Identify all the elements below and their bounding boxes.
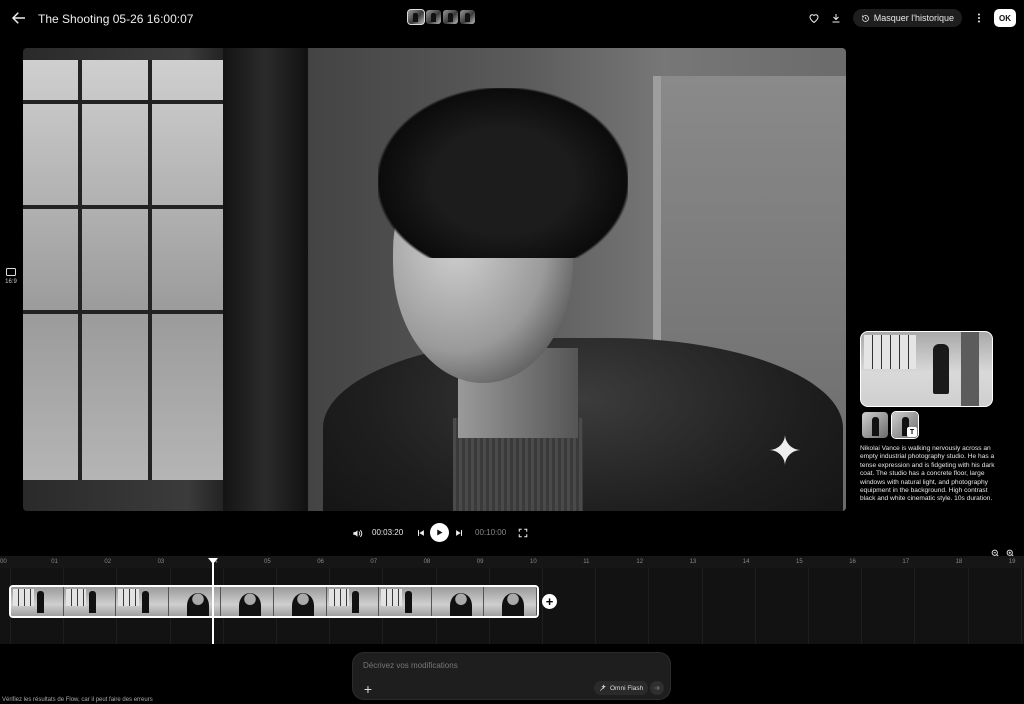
clip-frame <box>63 587 117 616</box>
play-icon <box>437 529 443 536</box>
timeline-tick-label: 02 <box>104 559 112 565</box>
timeline-grid-line <box>648 568 650 644</box>
total-time: 00:10:00 <box>475 528 507 537</box>
person-coat <box>323 338 843 511</box>
fullscreen-icon[interactable] <box>516 526 530 540</box>
window-mullion <box>148 60 152 480</box>
add-attachment-icon[interactable]: + <box>361 682 375 696</box>
timeline-tick-label: 01 <box>51 559 58 565</box>
timeline-grid-line <box>861 568 863 644</box>
timeline-grid-line <box>754 568 756 644</box>
clip-frame <box>116 587 169 616</box>
timeline-ruler: 00 01 02 03 04 05 06 07 08 09 10 11 12 13 14 15 16 17 18 19 <box>0 556 1024 568</box>
timeline-tick-label: 05 <box>264 559 271 565</box>
header-actions: Masquer l'historique OK <box>803 8 1016 28</box>
sparkle-watermark-icon <box>768 433 802 467</box>
window-transom <box>23 205 223 209</box>
reference-pillar <box>961 332 979 406</box>
hide-history-label: Masquer l'historique <box>873 13 954 23</box>
timeline-tick-label: 10 <box>530 559 537 565</box>
timeline-tick-label: 16 <box>849 559 856 565</box>
version-thumbnails <box>407 9 475 25</box>
clip-frame <box>379 587 432 616</box>
version-thumbnail[interactable] <box>426 10 441 24</box>
timeline-tick-label: 03 <box>157 559 165 565</box>
playback-controls: 00:03:20 00:10:00 <box>0 522 870 542</box>
reference-person <box>933 344 949 394</box>
window-transom <box>23 100 223 104</box>
page-title: The Shooting 05-26 16:00:07 <box>38 12 194 26</box>
magic-wand-icon <box>600 684 607 691</box>
reference-ingredients: T <box>862 411 919 439</box>
timeline-tick-label: 08 <box>423 559 431 565</box>
window-background <box>23 60 223 480</box>
model-selector[interactable]: Omni Flash <box>594 681 649 695</box>
timeline-tick-label: 19 <box>1008 559 1016 565</box>
timeline-tick-label: 07 <box>370 559 378 565</box>
aspect-ratio-icon <box>6 268 16 276</box>
timeline-tick-label: 15 <box>796 559 803 565</box>
aspect-ratio-button[interactable]: 16:9 <box>3 268 19 285</box>
person-hair <box>378 88 628 258</box>
top-bar: The Shooting 05-26 16:00:07 Masquer l'hi… <box>0 0 1024 36</box>
timeline-grid-line <box>914 568 916 644</box>
curtain <box>223 48 308 511</box>
volume-icon[interactable] <box>350 526 364 540</box>
aspect-ratio-label: 16:9 <box>5 279 17 285</box>
version-thumbnail[interactable] <box>407 9 425 25</box>
current-time: 00:03:20 <box>372 528 404 537</box>
clip-frame <box>221 587 274 616</box>
video-clip[interactable] <box>9 585 539 618</box>
skip-forward-icon[interactable] <box>452 526 466 540</box>
timeline-tick-label: 13 <box>689 559 697 565</box>
timeline-grid-line <box>808 568 809 644</box>
edit-prompt-input[interactable] <box>363 661 653 670</box>
ingredient-thumbnail[interactable]: T <box>891 411 919 439</box>
clip-frame <box>273 587 327 616</box>
text-badge: T <box>907 427 917 437</box>
timeline-grid-line <box>967 568 969 644</box>
ingredient-thumbnail[interactable] <box>862 412 888 438</box>
send-arrow-icon[interactable] <box>650 681 664 695</box>
window-mullion <box>78 60 82 480</box>
model-label: Omni Flash <box>610 684 644 692</box>
version-thumbnail[interactable] <box>443 10 458 24</box>
clip-frame <box>431 587 485 616</box>
hide-history-button[interactable]: Masquer l'historique <box>852 9 962 27</box>
play-button[interactable] <box>430 523 449 542</box>
timeline-grid-line <box>595 568 597 644</box>
timeline-tick-label: 11 <box>583 559 590 565</box>
disclaimer-text: Vérifiez les résultats de Flow, car il p… <box>2 697 153 703</box>
more-options-icon[interactable] <box>968 8 990 28</box>
version-thumbnail[interactable] <box>460 10 475 24</box>
history-icon <box>861 14 869 22</box>
clip-frame <box>11 587 64 616</box>
prompt-description: Nikolai Vance is walking nervously acros… <box>860 445 995 503</box>
timeline-tick-label: 00 <box>0 559 7 565</box>
skip-back-icon[interactable] <box>414 526 428 540</box>
window-transom <box>23 310 223 314</box>
add-clip-button[interactable]: + <box>542 594 557 609</box>
reference-window <box>864 335 916 369</box>
clip-frame <box>326 587 380 616</box>
timeline-tick-label: 06 <box>317 559 324 565</box>
timeline-tick-label: 18 <box>955 559 963 565</box>
clip-frame <box>484 587 537 616</box>
heart-icon[interactable] <box>803 8 825 28</box>
timeline-tick-label: 09 <box>476 559 484 565</box>
timeline-grid-line <box>701 568 703 644</box>
timeline-tick-label: 17 <box>902 559 910 565</box>
video-preview[interactable] <box>23 48 846 511</box>
playhead[interactable] <box>212 558 214 644</box>
timeline-tick-label: 14 <box>742 559 750 565</box>
reference-video-thumbnail[interactable] <box>860 331 993 407</box>
timeline-grid-line <box>1020 568 1022 644</box>
back-arrow-icon[interactable] <box>10 9 28 27</box>
ingredient-person <box>872 417 879 436</box>
timeline-tick-label: 12 <box>636 559 644 565</box>
download-icon[interactable] <box>825 8 847 28</box>
ok-button[interactable]: OK <box>994 9 1016 27</box>
